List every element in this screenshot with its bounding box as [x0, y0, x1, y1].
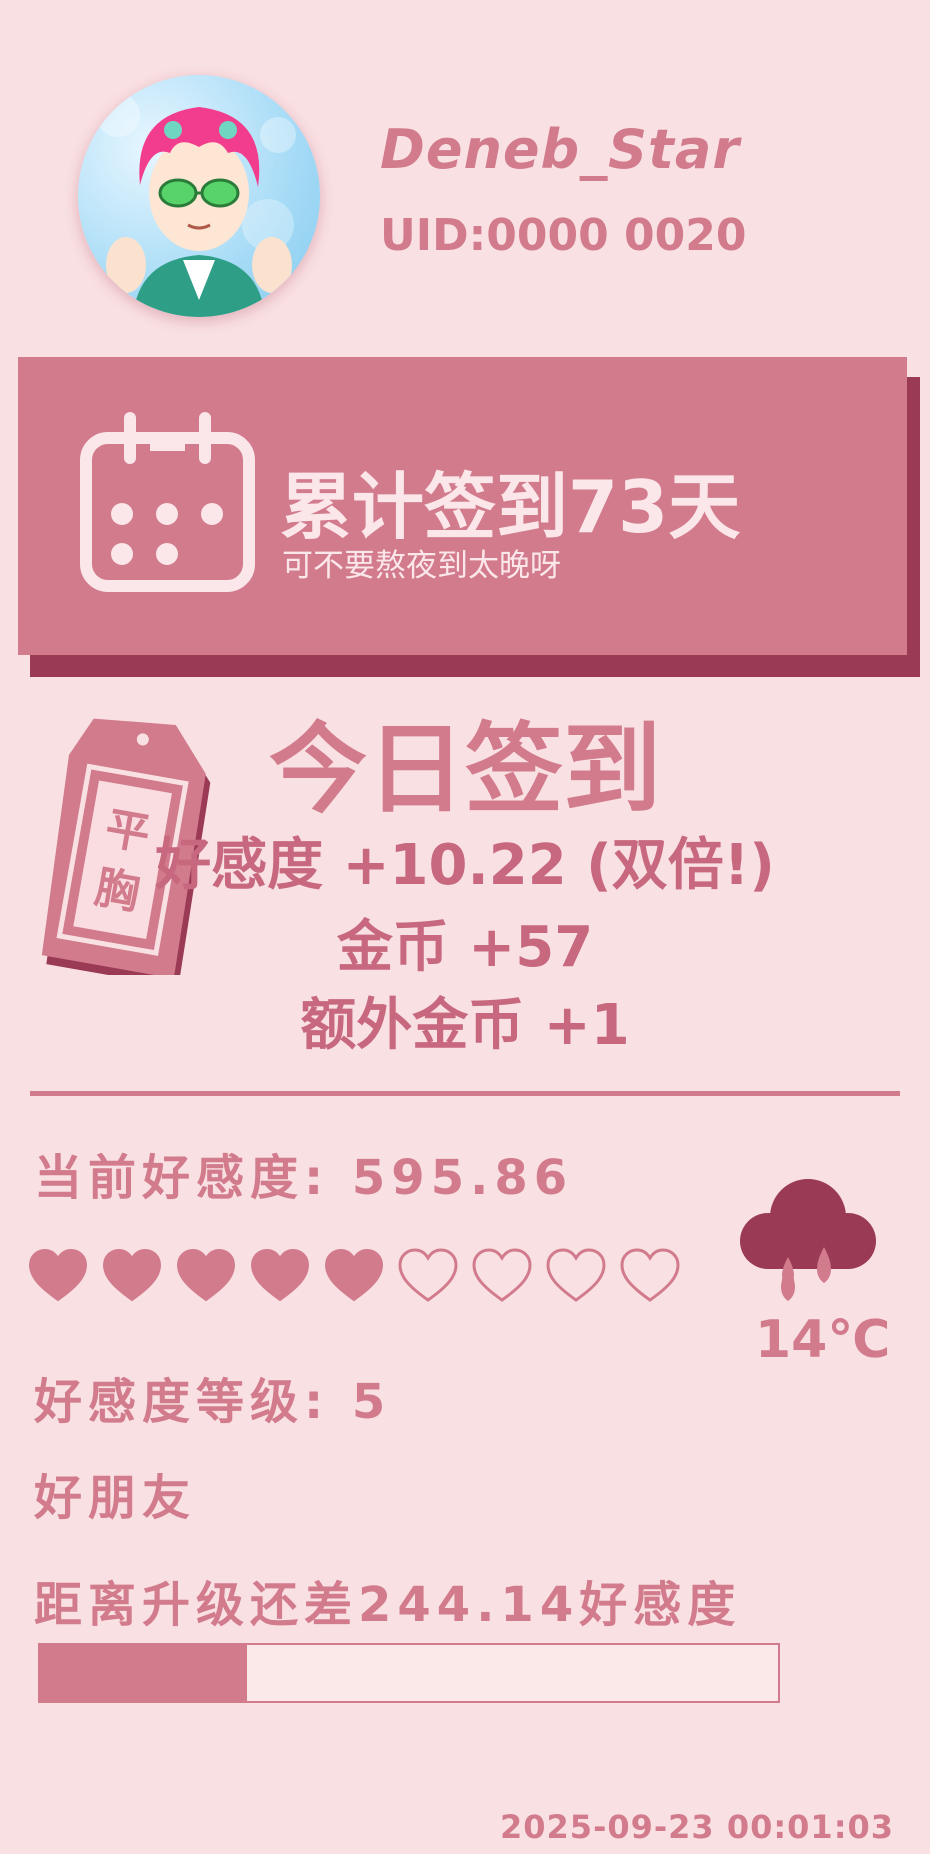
calendar-icon — [80, 412, 255, 592]
heart-empty-icon — [472, 1248, 532, 1302]
next-level-gap-text: 距离升级还差244.14好感度 — [34, 1577, 742, 1633]
heart-empty-icon — [398, 1248, 458, 1302]
heart-filled-icon — [102, 1248, 162, 1302]
heart-filled-icon — [176, 1248, 236, 1302]
timestamp: 2025-09-23 00:01:03 — [500, 1808, 895, 1846]
heart-empty-icon — [546, 1248, 606, 1302]
rain-cloud-icon — [740, 1179, 876, 1301]
coin-gain-text: 金币 +57 — [336, 915, 594, 980]
level-progress-bar — [38, 1643, 780, 1703]
heart-filled-icon — [324, 1248, 384, 1302]
extra-coin-text: 额外金币 +1 — [300, 993, 630, 1058]
heart-filled-icon — [250, 1248, 310, 1302]
avatar-image — [96, 93, 296, 317]
favor-gain-text: 好感度 +10.22 (双倍!) — [155, 833, 775, 898]
username: Deneb_Star — [380, 118, 740, 181]
rank-title-text: 好朋友 — [34, 1470, 197, 1526]
favor-hearts — [28, 1248, 680, 1308]
avatar[interactable] — [78, 75, 320, 317]
checkin-total-title: 累计签到73天 — [280, 465, 741, 549]
favor-level-text: 好感度等级: 5 — [34, 1374, 392, 1430]
today-checkin-title: 今日签到 — [268, 713, 661, 827]
current-favor-text: 当前好感度: 595.86 — [34, 1150, 574, 1206]
user-id: UID:0000 0020 — [380, 210, 747, 261]
level-progress-fill — [40, 1645, 247, 1701]
divider — [30, 1091, 900, 1096]
heart-empty-icon — [620, 1248, 680, 1302]
checkin-total-subtitle: 可不要熬夜到太晚呀 — [282, 548, 561, 584]
heart-filled-icon — [28, 1248, 88, 1302]
temperature-text: 14℃ — [755, 1310, 891, 1370]
